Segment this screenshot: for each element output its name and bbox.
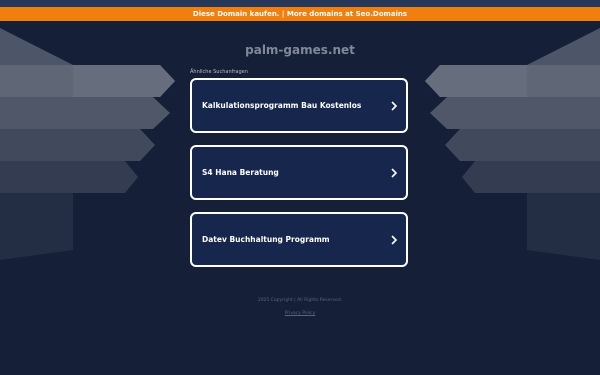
card-label: S4 Hana Beratung — [202, 168, 279, 177]
chevron-right-icon — [391, 234, 398, 245]
privacy-policy-link[interactable]: Privacy Policy — [0, 311, 600, 316]
related-search-card[interactable]: Kalkulationsprogramm Bau Kostenlos — [190, 78, 408, 133]
chevron-right-icon — [391, 100, 398, 111]
chevron-right-icon — [391, 167, 398, 178]
related-search-card[interactable]: S4 Hana Beratung — [190, 145, 408, 200]
domain-title: palm-games.net — [245, 43, 355, 57]
related-search-card[interactable]: Datev Buchhaltung Programm — [190, 212, 408, 267]
buy-domain-banner[interactable]: Diese Domain kaufen. | More domains at S… — [0, 7, 600, 21]
copyright-text: 2025 Copyright | All Rights Reserved. — [257, 298, 343, 303]
card-label: Kalkulationsprogramm Bau Kostenlos — [202, 101, 362, 110]
top-strip — [0, 0, 600, 7]
related-searches-heading: Ähnliche Suchanfragen — [190, 69, 248, 75]
card-label: Datev Buchhaltung Programm — [202, 235, 330, 244]
